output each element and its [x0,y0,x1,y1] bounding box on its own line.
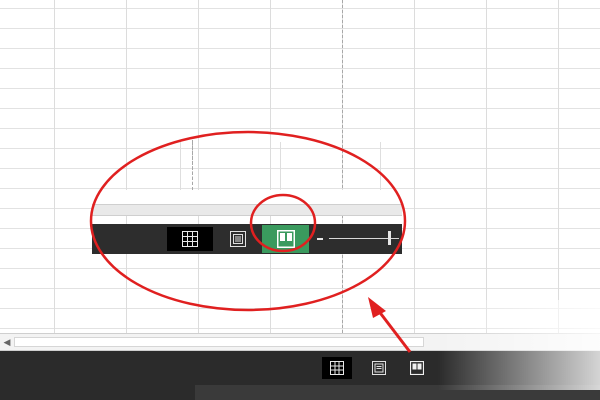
grid-icon [182,231,198,247]
page-break-icon [410,361,424,375]
inset-normal-view-button[interactable] [167,227,213,251]
right-fade-area [438,300,600,390]
inset-grid [92,142,402,190]
normal-view-button[interactable] [322,357,352,379]
inset-page-layout-view-button[interactable] [225,227,251,251]
page-layout-view-button[interactable] [364,357,394,379]
inset-sheet-area [92,140,402,204]
inset-page-break-preview-button[interactable] [262,225,309,253]
page-layout-icon [372,361,386,375]
zoom-out-icon[interactable] [317,238,323,240]
scrollbar-track[interactable] [14,337,424,347]
triangle-left-icon[interactable]: ◀ [0,334,14,350]
page-layout-icon [230,231,246,247]
inset-scrollbar [92,204,402,216]
page-break-icon [276,230,295,248]
zoom-slider-thumb[interactable] [388,231,391,245]
page-break-preview-button[interactable] [402,357,432,379]
grid-icon [330,361,344,375]
